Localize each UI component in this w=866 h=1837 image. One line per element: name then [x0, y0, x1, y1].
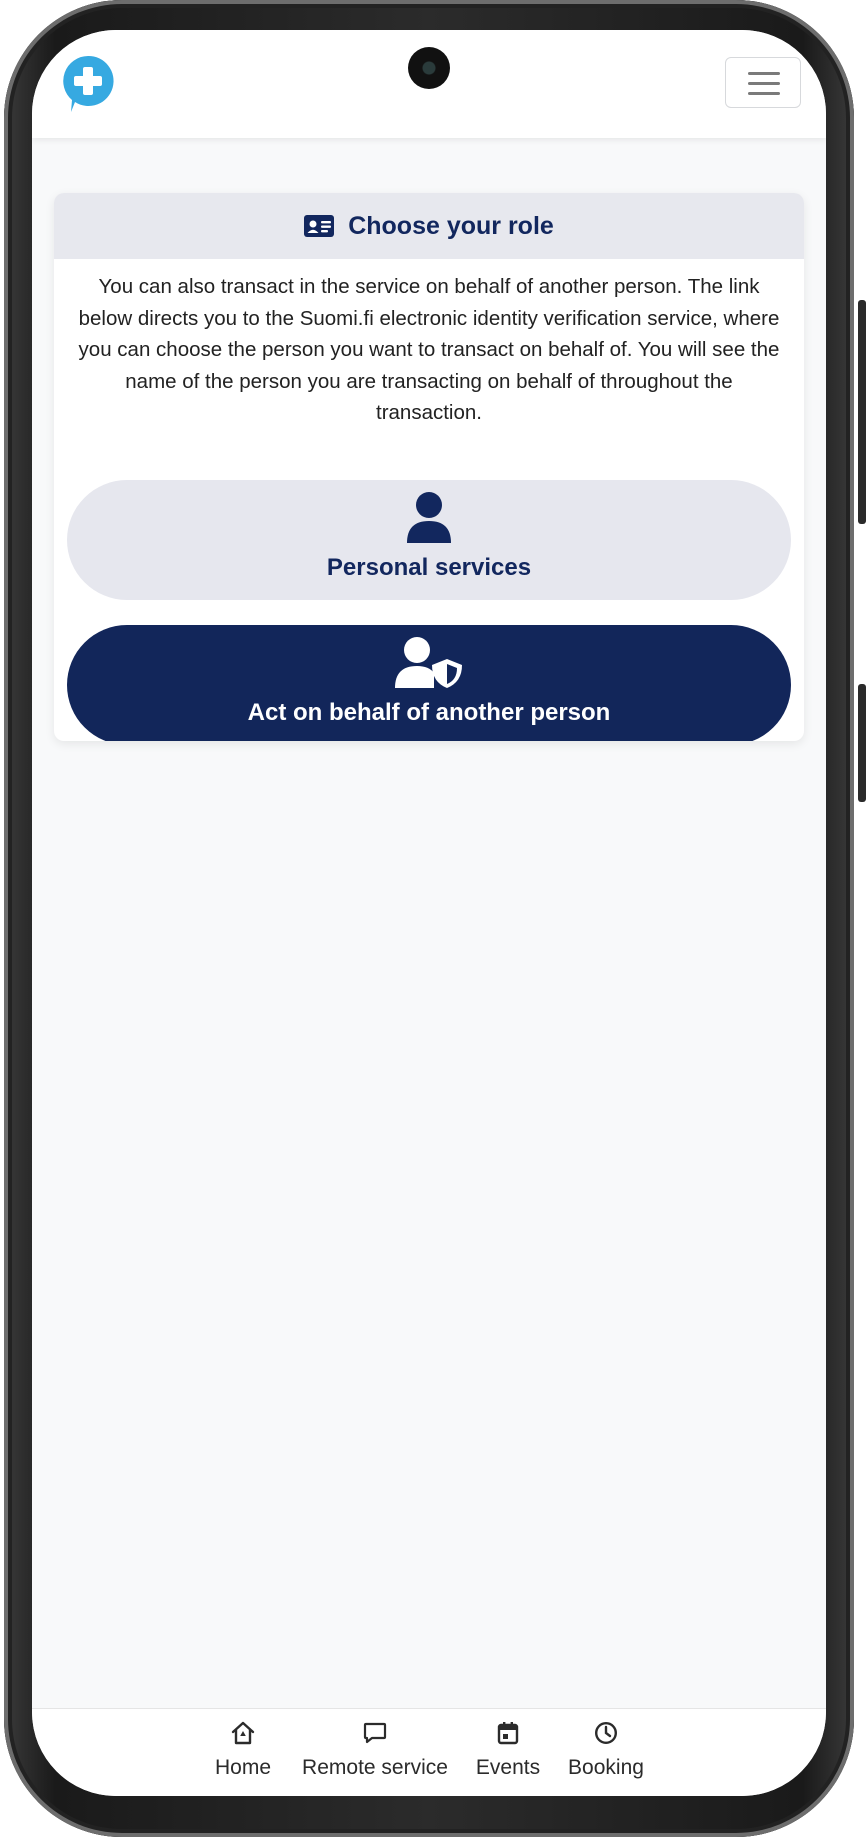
phone-device: Choose your role You can also transact i…	[0, 0, 866, 1837]
personal-services-button[interactable]: Personal services	[67, 480, 791, 600]
home-icon	[231, 1721, 255, 1745]
personal-services-label: Personal services	[326, 554, 532, 581]
medical-cross-bubble-icon[interactable]	[61, 54, 115, 114]
front-camera	[408, 47, 450, 89]
phone-side-button	[858, 300, 866, 524]
app-screen: Choose your role You can also transact i…	[32, 30, 826, 1796]
nav-item-events[interactable]: Events	[471, 1709, 545, 1796]
nav-item-booking[interactable]: Booking	[564, 1709, 648, 1796]
card-title: Choose your role	[348, 211, 554, 240]
nav-label-booking: Booking	[568, 1756, 644, 1779]
hamburger-menu-icon[interactable]	[725, 57, 801, 108]
user-shield-icon	[395, 637, 462, 688]
calendar-icon	[497, 1722, 519, 1745]
act-on-behalf-button[interactable]: Act on behalf of another person	[67, 625, 791, 741]
nav-label-events: Events	[475, 1756, 541, 1779]
role-description: You can also transact in the service on …	[78, 275, 780, 424]
nav-label-remote-service: Remote service	[302, 1756, 448, 1779]
clock-icon	[594, 1721, 618, 1745]
bottom-navigation: Home Remote service Events Booking	[32, 1708, 826, 1796]
act-on-behalf-label: Act on behalf of another person	[247, 699, 611, 726]
nav-item-home[interactable]: Home	[212, 1709, 274, 1796]
nav-item-remote-service[interactable]: Remote service	[298, 1709, 452, 1796]
chat-bubble-icon	[363, 1722, 387, 1744]
nav-label-home: Home	[214, 1756, 272, 1779]
id-card-icon	[304, 215, 335, 237]
card-header: Choose your role	[54, 193, 804, 259]
top-navbar	[32, 30, 826, 138]
role-card: Choose your role You can also transact i…	[54, 193, 804, 741]
user-icon	[407, 492, 451, 543]
phone-side-button	[858, 684, 866, 802]
